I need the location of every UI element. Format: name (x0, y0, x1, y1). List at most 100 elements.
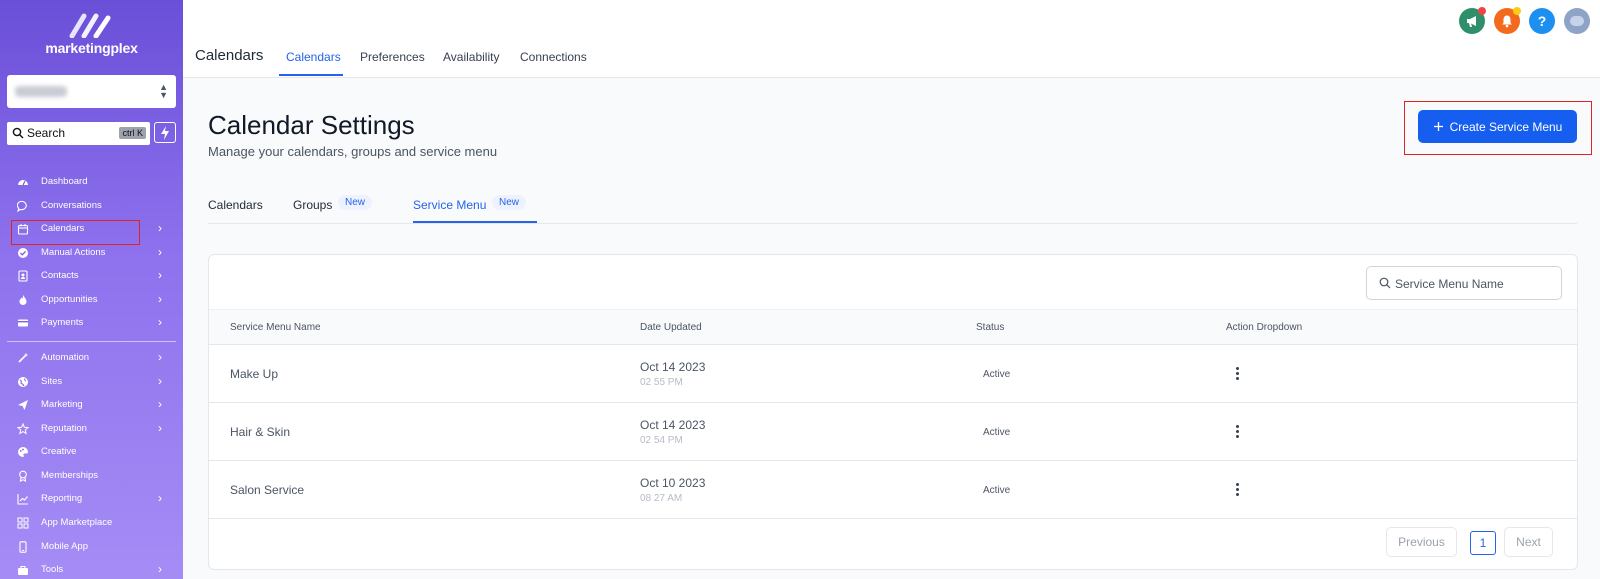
notification-dot (1478, 7, 1486, 15)
more-options-icon[interactable] (1229, 479, 1245, 499)
avatar[interactable] (1564, 8, 1590, 34)
announcements-button[interactable] (1459, 7, 1486, 34)
sidebar-item-app-marketplace[interactable]: App Marketplace (0, 512, 183, 534)
date-updated: Oct 10 2023 (640, 476, 706, 490)
palette-icon (16, 445, 30, 459)
subtab-calendars[interactable]: Calendars (208, 198, 263, 212)
sidebar-search[interactable]: Search ctrl K (7, 122, 150, 145)
time-updated: 02 55 PM (640, 377, 683, 388)
table-row[interactable]: Hair & Skin Oct 14 2023 02 54 PM Active (209, 403, 1577, 461)
time-updated: 02 54 PM (640, 435, 683, 446)
wand-icon (16, 351, 30, 365)
time-updated: 08 27 AM (640, 493, 683, 504)
active-subtab-underline (413, 221, 537, 223)
service-menu-name[interactable]: Hair & Skin (230, 425, 290, 439)
chevron-right-icon: › (158, 221, 162, 235)
sidebar-item-automation[interactable]: Automation › (0, 347, 183, 369)
more-options-icon[interactable] (1229, 363, 1245, 383)
tab-calendars[interactable]: Calendars (286, 50, 341, 64)
chevron-right-icon: › (158, 562, 162, 576)
notification-dot (1513, 7, 1521, 15)
chart-icon (16, 492, 30, 506)
sidebar-item-payments[interactable]: Payments › (0, 312, 183, 334)
column-header-date-updated[interactable]: Date Updated (640, 322, 702, 333)
service-menu-name[interactable]: Make Up (230, 367, 278, 381)
status-label: Active (983, 485, 1011, 496)
phone-icon (16, 540, 30, 554)
toolbox-icon (16, 563, 30, 577)
chevron-right-icon: › (158, 374, 162, 388)
chevron-right-icon: › (158, 245, 162, 259)
column-header-status[interactable]: Status (976, 322, 1004, 333)
sidebar-item-memberships[interactable]: Memberships (0, 465, 183, 487)
check-circle-icon (16, 246, 30, 260)
sidebar-item-creative[interactable]: Creative (0, 441, 183, 463)
sidebar-item-reputation[interactable]: Reputation › (0, 418, 183, 440)
tab-availability[interactable]: Availability (443, 50, 499, 64)
search-label: Search (27, 126, 66, 140)
service-menu-table-card: Service Menu Name Service Menu Name Date… (208, 254, 1578, 570)
date-updated: Oct 14 2023 (640, 418, 706, 432)
sidebar-item-contacts[interactable]: Contacts › (0, 265, 183, 287)
pagination-page-1[interactable]: 1 (1470, 531, 1496, 555)
date-updated: Oct 14 2023 (640, 360, 706, 374)
brand-name: marketingplex (45, 40, 138, 56)
tab-connections[interactable]: Connections (520, 50, 587, 64)
tab-preferences[interactable]: Preferences (360, 50, 425, 64)
more-options-icon[interactable] (1229, 421, 1245, 441)
bell-icon (1502, 15, 1512, 28)
chevron-right-icon: › (158, 350, 162, 364)
help-button[interactable]: ? (1529, 8, 1555, 34)
column-header-action: Action Dropdown (1226, 322, 1303, 333)
table-header: Service Menu Name Date Updated Status Ac… (209, 309, 1577, 345)
pagination-next-button[interactable]: Next (1504, 527, 1553, 557)
badge-icon (16, 469, 30, 483)
new-badge: New (338, 195, 373, 210)
subtab-service-menu[interactable]: Service Menu (413, 198, 486, 212)
grid-icon (16, 516, 30, 530)
quick-actions-button[interactable] (154, 122, 176, 143)
globe-icon (16, 375, 30, 389)
search-placeholder: Service Menu Name (1395, 277, 1504, 291)
sidebar-item-reporting[interactable]: Reporting › (0, 488, 183, 510)
search-icon (12, 127, 24, 139)
sidebar-item-tools[interactable]: Tools › (0, 559, 183, 579)
account-switcher[interactable]: ▲ ▼ (7, 75, 176, 108)
sidebar-item-sites[interactable]: Sites › (0, 371, 183, 393)
pagination-previous-button[interactable]: Previous (1386, 527, 1457, 557)
top-bar: Calendars Calendars Preferences Availabi… (183, 0, 1600, 78)
send-icon (16, 398, 30, 412)
create-button-highlight-box (1404, 101, 1592, 155)
logo-mark-icon (69, 13, 110, 38)
help-icon: ? (1537, 13, 1547, 29)
service-menu-search-input[interactable]: Service Menu Name (1366, 266, 1562, 300)
logo[interactable]: marketingplex (0, 12, 183, 56)
sidebar: marketingplex ▲ ▼ Search ctrl K Dashboard… (0, 0, 183, 579)
sidebar-item-conversations[interactable]: Conversations (0, 195, 183, 217)
chevron-right-icon: › (158, 315, 162, 329)
sidebar-item-dashboard[interactable]: Dashboard (0, 171, 183, 193)
notifications-button[interactable] (1494, 7, 1521, 34)
fire-icon (16, 293, 30, 307)
account-name-blurred (15, 86, 67, 97)
sidebar-item-manual-actions[interactable]: Manual Actions › (0, 242, 183, 264)
chevron-right-icon: › (158, 292, 162, 306)
updown-caret-icon: ▲ ▼ (159, 82, 168, 100)
subtab-groups[interactable]: Groups (293, 198, 332, 212)
sidebar-item-marketing[interactable]: Marketing › (0, 394, 183, 416)
search-icon (1379, 277, 1391, 289)
subtabs-divider (208, 223, 1577, 224)
sidebar-item-mobile-app[interactable]: Mobile App (0, 536, 183, 558)
chevron-right-icon: › (158, 491, 162, 505)
table-row[interactable]: Make Up Oct 14 2023 02 55 PM Active (209, 345, 1577, 403)
column-header-name[interactable]: Service Menu Name (230, 322, 321, 333)
card-icon (16, 316, 30, 330)
chat-icon (16, 199, 30, 213)
search-shortcut: ctrl K (119, 127, 146, 139)
star-icon (16, 422, 30, 436)
sidebar-item-opportunities[interactable]: Opportunities › (0, 289, 183, 311)
table-row[interactable]: Salon Service Oct 10 2023 08 27 AM Activ… (209, 461, 1577, 519)
service-menu-name[interactable]: Salon Service (230, 483, 304, 497)
active-tab-underline (279, 74, 343, 76)
dashboard-icon (16, 175, 30, 189)
